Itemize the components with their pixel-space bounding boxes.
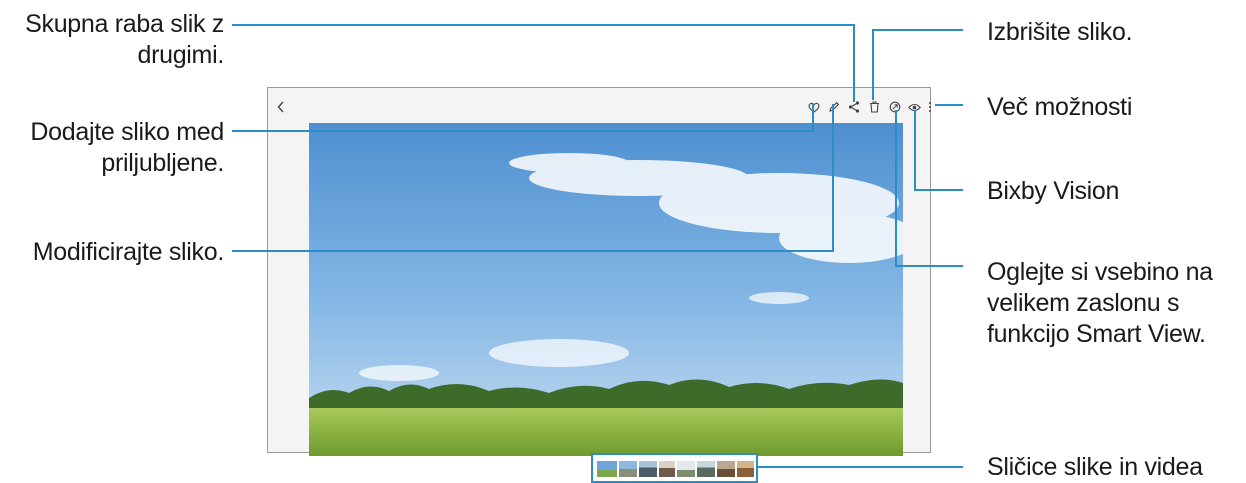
leader-line-smart-view: [895, 110, 963, 267]
leader-line-share: [232, 24, 855, 102]
leader-line-delete: [872, 29, 963, 100]
callout-leader-lines: [232, 24, 963, 468]
leader-line-edit: [232, 104, 834, 252]
leader-line-favorite: [232, 104, 814, 132]
leader-line-bixby: [914, 110, 963, 191]
